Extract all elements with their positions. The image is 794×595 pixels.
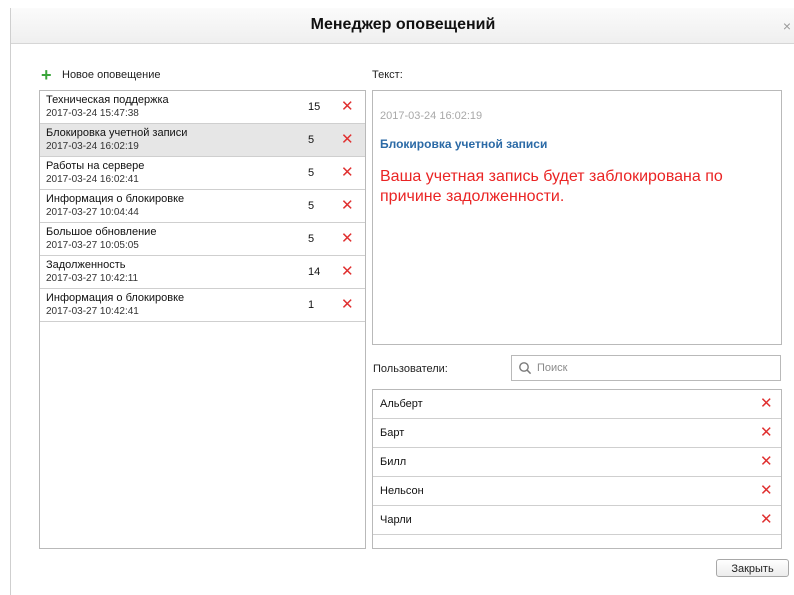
user-search-field[interactable] xyxy=(511,355,781,381)
alert-row[interactable]: Большое обновление 2017-03-27 10:05:05 5 ✕ xyxy=(40,223,365,256)
close-button[interactable]: Закрыть xyxy=(716,559,789,577)
delete-icon[interactable]: ✕ xyxy=(341,198,354,213)
alert-row[interactable]: Задолженность 2017-03-27 10:42:11 14 ✕ xyxy=(40,256,365,289)
user-name: Барт xyxy=(380,427,405,439)
user-name: Альберт xyxy=(380,398,423,410)
search-input[interactable] xyxy=(535,361,769,375)
user-row: Нельсон ✕ xyxy=(373,477,781,506)
delete-icon[interactable]: ✕ xyxy=(341,132,354,147)
alerts-list: Техническая поддержка 2017-03-24 15:47:38… xyxy=(39,90,366,549)
alert-text-body: Ваша учетная запись будет заблокирована … xyxy=(380,168,723,205)
alert-recipient-count: 5 xyxy=(308,167,315,179)
alert-row[interactable]: Техническая поддержка 2017-03-24 15:47:38… xyxy=(40,91,365,124)
alert-text-date: 2017-03-24 16:02:19 xyxy=(380,110,483,122)
delete-icon[interactable]: ✕ xyxy=(341,297,354,312)
users-label: Пользователи: xyxy=(373,363,448,375)
alert-recipient-count: 5 xyxy=(308,134,315,146)
user-name: Билл xyxy=(380,456,407,468)
user-row: Барт ✕ xyxy=(373,419,781,448)
alert-date: 2017-03-24 15:47:38 xyxy=(46,108,139,119)
delete-icon[interactable]: ✕ xyxy=(760,396,773,411)
alert-name: Информация о блокировке xyxy=(46,292,185,304)
alert-row[interactable]: Информация о блокировке 2017-03-27 10:04:… xyxy=(40,190,365,223)
alert-recipient-count: 1 xyxy=(308,299,315,311)
alert-row[interactable]: Блокировка учетной записи 2017-03-24 16:0… xyxy=(40,124,365,157)
close-icon[interactable]: × xyxy=(783,19,791,33)
user-name: Чарли xyxy=(380,514,412,526)
user-row: Чарли ✕ xyxy=(373,506,781,535)
title-bar: Менеджер оповещений × xyxy=(11,8,794,44)
alert-recipient-count: 5 xyxy=(308,233,315,245)
alert-name: Блокировка учетной записи xyxy=(46,127,188,139)
new-alert-button[interactable]: + Новое оповещение xyxy=(41,65,161,85)
delete-icon[interactable]: ✕ xyxy=(341,264,354,279)
delete-icon[interactable]: ✕ xyxy=(760,512,773,527)
alert-recipient-count: 5 xyxy=(308,200,315,212)
text-label: Текст: xyxy=(372,69,403,81)
delete-icon[interactable]: ✕ xyxy=(760,483,773,498)
alert-manager-dialog: Менеджер оповещений × + Новое оповещение… xyxy=(10,8,794,595)
alert-date: 2017-03-27 10:04:44 xyxy=(46,207,139,218)
alert-recipient-count: 14 xyxy=(308,266,321,278)
delete-icon[interactable]: ✕ xyxy=(760,425,773,440)
alert-date: 2017-03-27 10:05:05 xyxy=(46,240,139,251)
alert-date: 2017-03-27 10:42:11 xyxy=(46,273,139,284)
delete-icon[interactable]: ✕ xyxy=(760,454,773,469)
alert-name: Большое обновление xyxy=(46,226,157,238)
alert-name: Задолженность xyxy=(46,259,126,271)
dialog-title: Менеджер оповещений xyxy=(310,16,496,33)
alert-date: 2017-03-27 10:42:41 xyxy=(46,306,139,317)
alert-date: 2017-03-24 16:02:19 xyxy=(46,141,139,152)
user-name: Нельсон xyxy=(380,485,424,497)
alert-row[interactable]: Работы на сервере 2017-03-24 16:02:41 5 ✕ xyxy=(40,157,365,190)
alert-recipient-count: 15 xyxy=(308,101,321,113)
delete-icon[interactable]: ✕ xyxy=(341,99,354,114)
search-icon xyxy=(519,362,532,375)
alert-date: 2017-03-24 16:02:41 xyxy=(46,174,139,185)
new-alert-label: Новое оповещение xyxy=(62,69,161,81)
alert-name: Информация о блокировке xyxy=(46,193,185,205)
plus-icon: + xyxy=(41,65,52,85)
user-row: Альберт ✕ xyxy=(373,390,781,419)
alert-name: Техническая поддержка xyxy=(46,94,169,106)
user-row: Билл ✕ xyxy=(373,448,781,477)
users-list: Альберт ✕ Барт ✕ Билл ✕ Нельсон ✕ Чарли ✕ xyxy=(372,389,782,549)
alert-name: Работы на сервере xyxy=(46,160,145,172)
delete-icon[interactable]: ✕ xyxy=(341,231,354,246)
delete-icon[interactable]: ✕ xyxy=(341,165,354,180)
alert-row[interactable]: Информация о блокировке 2017-03-27 10:42:… xyxy=(40,289,365,322)
alert-text-subject: Блокировка учетной записи xyxy=(380,137,548,151)
alert-text-panel: 2017-03-24 16:02:19 Блокировка учетной з… xyxy=(372,90,782,345)
